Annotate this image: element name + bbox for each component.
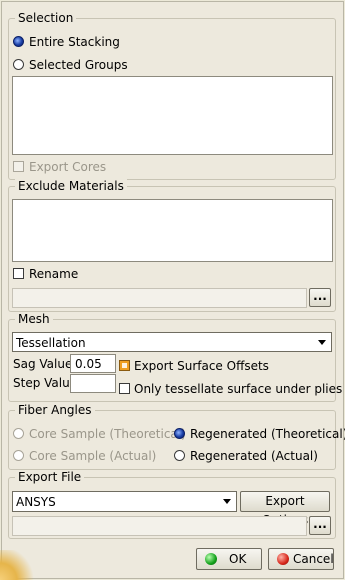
ok-icon <box>205 553 217 565</box>
export-file-legend: Export File <box>15 470 85 484</box>
cancel-label: Cancel <box>293 552 334 566</box>
mesh-legend: Mesh <box>15 312 53 326</box>
only-tessellate-checkbox[interactable] <box>119 383 130 394</box>
core-sample-actual-radio <box>13 450 24 461</box>
regenerated-actual-radio[interactable] <box>174 450 185 461</box>
ok-button[interactable]: OK <box>196 548 262 570</box>
step-value-input[interactable] <box>70 374 116 393</box>
selected-groups-label[interactable]: Selected Groups <box>29 58 128 72</box>
entire-stacking-radio[interactable] <box>13 36 24 47</box>
chevron-down-icon <box>223 499 231 504</box>
export-cores-checkbox <box>13 161 24 172</box>
regenerated-actual-label[interactable]: Regenerated (Actual) <box>190 449 318 463</box>
core-sample-theoretical-label: Core Sample (Theoretical) <box>29 427 186 441</box>
export-file-path-field <box>12 516 307 536</box>
rename-field <box>12 288 307 308</box>
entire-stacking-label[interactable]: Entire Stacking <box>29 35 120 49</box>
fiber-angles-legend: Fiber Angles <box>15 403 95 417</box>
export-surface-offsets-label[interactable]: Export Surface Offsets <box>134 359 269 373</box>
cancel-icon <box>277 553 289 565</box>
chevron-down-icon <box>318 340 326 345</box>
step-value-label: Step Value <box>13 376 78 390</box>
rename-checkbox[interactable] <box>13 268 24 279</box>
exclude-materials-legend: Exclude Materials <box>15 179 127 193</box>
export-format-value: ANSYS <box>16 495 56 509</box>
regenerated-theoretical-label[interactable]: Regenerated (Theoretical) <box>190 427 345 441</box>
core-sample-actual-label: Core Sample (Actual) <box>29 449 157 463</box>
sag-value-text: 0.05 <box>75 357 102 371</box>
export-cores-label: Export Cores <box>29 160 107 174</box>
export-surface-offsets-checkbox[interactable] <box>119 360 130 371</box>
sag-value-label: Sag Value <box>13 357 73 371</box>
exclude-materials-list[interactable] <box>12 199 333 262</box>
mesh-method-value: Tessellation <box>16 336 86 350</box>
export-options-button[interactable]: Export Options <box>240 491 330 527</box>
export-file-browse-button[interactable]: ... <box>309 516 331 535</box>
selection-legend: Selection <box>15 11 77 25</box>
selected-groups-radio[interactable] <box>13 59 24 70</box>
export-format-dropdown[interactable]: ANSYS <box>12 491 237 512</box>
regenerated-theoretical-radio[interactable] <box>174 428 185 439</box>
selected-groups-list[interactable] <box>12 76 333 155</box>
only-tessellate-label[interactable]: Only tessellate surface under plies <box>134 382 342 396</box>
rename-browse-button[interactable]: ... <box>309 288 331 307</box>
corner-decoration <box>0 550 38 580</box>
core-sample-theoretical-radio <box>13 428 24 439</box>
rename-label[interactable]: Rename <box>29 267 78 281</box>
mesh-method-dropdown[interactable]: Tessellation <box>12 332 332 352</box>
sag-value-input[interactable]: 0.05 <box>70 354 116 373</box>
ok-label: OK <box>229 552 247 566</box>
cancel-button[interactable]: Cancel <box>268 548 334 570</box>
